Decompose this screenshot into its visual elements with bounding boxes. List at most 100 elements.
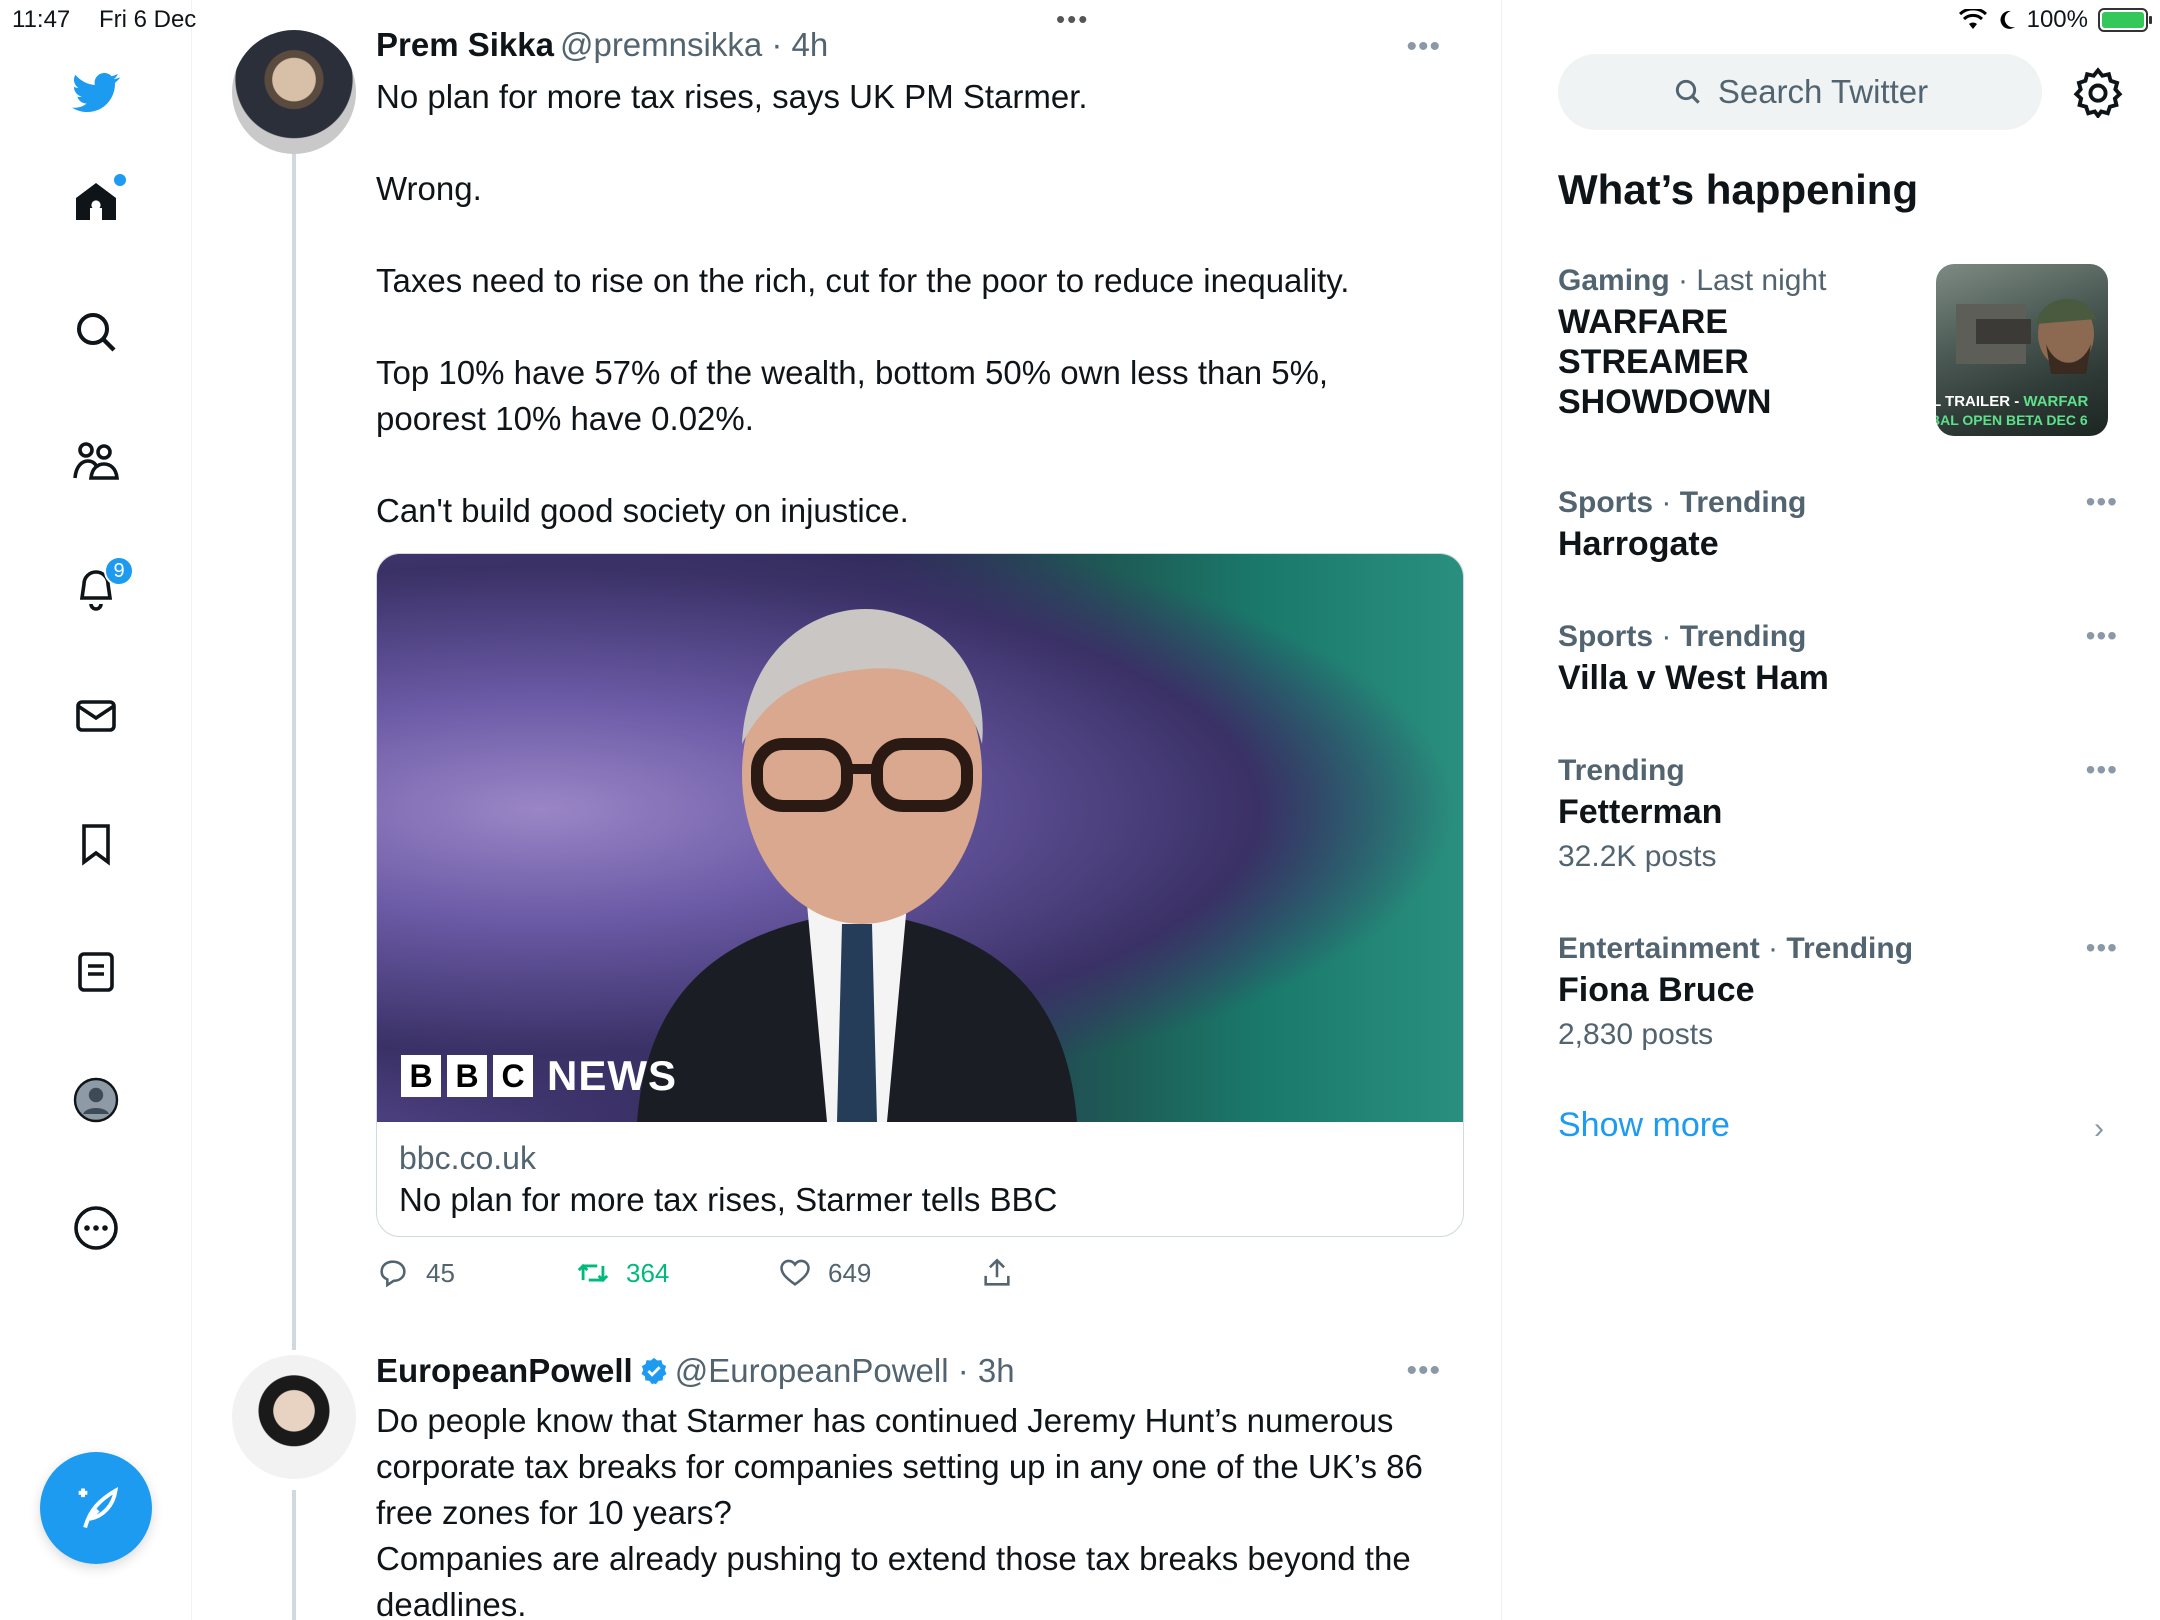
- tweet-header: EuropeanPowell @EuropeanPowell · 3h: [376, 1352, 1015, 1390]
- card-title: No plan for more tax rises, Starmer tell…: [399, 1181, 1058, 1218]
- brand-letter: C: [493, 1055, 533, 1097]
- compose-tweet-button[interactable]: [40, 1452, 152, 1564]
- status-time: 11:47: [12, 6, 71, 33]
- compose-feather-icon: [78, 1486, 118, 1529]
- chevron-right-icon[interactable]: ›: [2094, 1112, 2104, 1146]
- tweet-more-options-icon[interactable]: •••: [1406, 1354, 1441, 1388]
- thumbnail-text: L TRAILER - WARFAR: [1936, 393, 2089, 410]
- bookmarks-icon[interactable]: [66, 814, 126, 874]
- trend-post-count: 2,830 posts: [1558, 1018, 1714, 1051]
- card-image: B B C NEWS: [377, 554, 1463, 1122]
- brand-letter: B: [447, 1055, 487, 1097]
- left-nav: 9: [0, 0, 192, 1620]
- reply-count: 45: [426, 1257, 455, 1288]
- trend-post-count: 32.2K posts: [1558, 840, 1717, 873]
- trend-title: Fetterman: [1558, 793, 1723, 831]
- whats-happening-title: What’s happening: [1558, 166, 1919, 213]
- thread-connector: [292, 1490, 296, 1620]
- trend-title: WARFARE STREAMER SHOWDOWN: [1558, 303, 1772, 421]
- status-left: 11:47 Fri 6 Dec: [12, 6, 218, 34]
- tweet-text: No plan for more tax rises, says UK PM S…: [376, 74, 1456, 534]
- home-icon[interactable]: [66, 172, 126, 232]
- explore-search-icon[interactable]: [66, 302, 126, 362]
- status-bar: 11:47 Fri 6 Dec ••• 100%: [0, 0, 2160, 40]
- brand-word: NEWS: [547, 1052, 677, 1099]
- trend-title: Fiona Bruce: [1558, 971, 1755, 1009]
- sidebar-right: Search Twitter What’s happening Gaming ·…: [1504, 0, 2160, 1620]
- share-icon: [984, 1258, 1010, 1286]
- trend-more-icon[interactable]: •••: [2086, 932, 2118, 964]
- timeline: Prem Sikka @premnsikka · 4h ••• No plan f…: [192, 0, 1502, 1620]
- person-photo: [637, 609, 1077, 1122]
- author-handle[interactable]: @EuropeanPowell · 3h: [675, 1352, 1015, 1389]
- more-options-icon[interactable]: [66, 1198, 126, 1258]
- battery-icon: [2098, 8, 2152, 32]
- tweet-line: Can't build good society on injustice.: [376, 492, 909, 529]
- retweet-icon: [577, 1263, 609, 1283]
- trend-item[interactable]: Sports · Trending Harrogate •••: [1558, 486, 2118, 564]
- trend-category: Entertainment · Trending: [1558, 932, 1914, 965]
- search-input[interactable]: Search Twitter: [1558, 54, 2042, 130]
- wifi-icon: [1958, 9, 1987, 29]
- like-button[interactable]: 649: [778, 1256, 871, 1290]
- card-domain: bbc.co.uk: [399, 1140, 536, 1176]
- verified-badge-icon: [641, 1357, 667, 1385]
- trend-category: Trending: [1558, 754, 1685, 787]
- trend-category: Sports · Trending: [1558, 486, 1807, 519]
- trend-title: Harrogate: [1558, 525, 1719, 563]
- tweet-line: Top 10% have 57% of the wealth, bottom 5…: [376, 354, 1329, 437]
- status-date: Fri 6 Dec: [98, 6, 197, 33]
- tweet-line: Taxes need to rise on the rich, cut for …: [376, 262, 1350, 299]
- retweet-button[interactable]: 364: [576, 1256, 669, 1290]
- like-count: 649: [828, 1257, 872, 1288]
- lists-icon[interactable]: [66, 942, 126, 1002]
- avatar[interactable]: [232, 30, 356, 154]
- author-name[interactable]: EuropeanPowell: [376, 1352, 633, 1389]
- settings-gear-icon[interactable]: [2072, 66, 2124, 118]
- twitter-logo-icon[interactable]: [66, 62, 126, 122]
- multitasking-dots-icon[interactable]: •••: [1056, 4, 1089, 35]
- bbc-news-logo: B B C NEWS: [401, 1052, 677, 1100]
- trend-more-icon[interactable]: •••: [2086, 620, 2118, 652]
- trend-item[interactable]: Gaming · Last night WARFARE STREAMER SHO…: [1558, 264, 1918, 422]
- avatar[interactable]: [232, 1355, 356, 1479]
- notifications-bell-icon[interactable]: 9: [66, 556, 134, 618]
- share-button[interactable]: [980, 1256, 1014, 1290]
- tweet-line: Wrong.: [376, 170, 482, 207]
- trend-item[interactable]: Sports · Trending Villa v West Ham •••: [1558, 620, 2118, 698]
- battery-percent: 100%: [2026, 6, 2088, 33]
- moon-icon: [2000, 10, 2015, 29]
- communities-icon[interactable]: [66, 430, 126, 490]
- trend-more-icon[interactable]: •••: [2086, 486, 2118, 518]
- trend-category: Sports · Trending: [1558, 620, 1807, 653]
- tweet-actions: 45 364 649: [376, 1256, 1076, 1296]
- heart-icon: [780, 1259, 810, 1286]
- link-card[interactable]: B B C NEWS bbc.co.uk No plan for more ta…: [376, 553, 1464, 1237]
- thread-connector: [292, 150, 296, 1350]
- trend-thumbnail[interactable]: L TRAILER - WARFAR BAL OPEN BETA DEC 6: [1936, 264, 2108, 436]
- soldier-artwork: [1956, 298, 2096, 374]
- trend-title: Villa v West Ham: [1558, 659, 1829, 697]
- status-right: 100%: [1958, 6, 2152, 34]
- search-placeholder: Search Twitter: [1717, 73, 1929, 110]
- tweet-text: Do people know that Starmer has continue…: [376, 1398, 1456, 1620]
- notifications-badge: 9: [104, 556, 134, 586]
- trend-more-icon[interactable]: •••: [2086, 754, 2118, 786]
- tweet-line: No plan for more tax rises, says UK PM S…: [376, 78, 1088, 115]
- tweet-line: Do people know that Starmer has continue…: [376, 1402, 1423, 1620]
- thumbnail-text: BAL OPEN BETA DEC 6: [1936, 412, 2088, 428]
- show-more-link[interactable]: Show more: [1558, 1106, 1730, 1145]
- tweet-time: 3h: [977, 1352, 1015, 1389]
- card-meta: bbc.co.uk No plan for more tax rises, St…: [377, 1122, 1463, 1236]
- reply-button[interactable]: 45: [376, 1256, 455, 1290]
- home-unread-dot: [114, 174, 126, 186]
- search-icon: [1675, 79, 1700, 104]
- brand-letter: B: [401, 1055, 441, 1097]
- retweet-count: 364: [626, 1257, 670, 1288]
- trend-item[interactable]: Trending Fetterman 32.2K posts •••: [1558, 754, 2118, 874]
- messages-envelope-icon[interactable]: [66, 686, 126, 746]
- trend-category: Gaming · Last night: [1558, 264, 1827, 297]
- trend-item[interactable]: Entertainment · Trending Fiona Bruce 2,8…: [1558, 932, 2118, 1052]
- reply-icon: [380, 1260, 406, 1288]
- profile-avatar-icon[interactable]: [66, 1070, 126, 1130]
